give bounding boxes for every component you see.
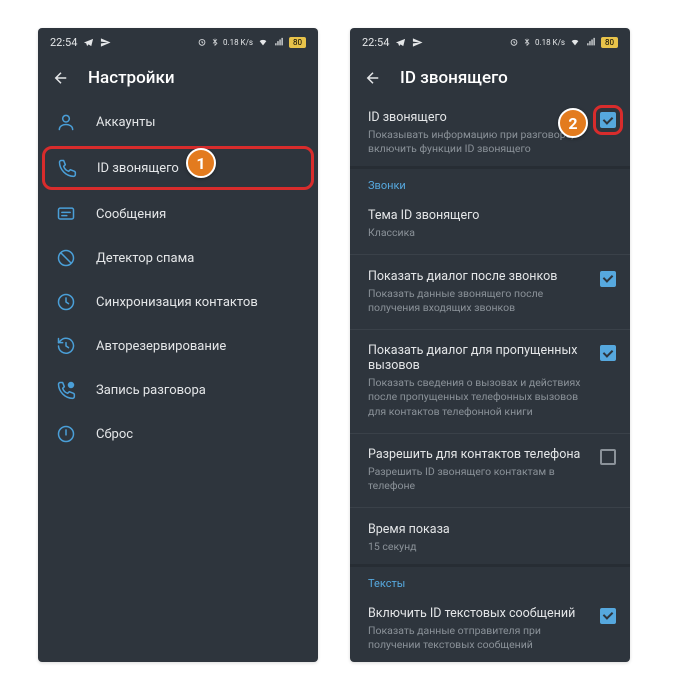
setting-row[interactable]: Разрешить для контактов телефона Разреши…: [350, 437, 630, 503]
status-bar: 22:54 0.18 K/s 80: [38, 28, 318, 56]
setting-subtitle: Классика: [368, 226, 616, 240]
page-title: ID звонящего: [400, 68, 508, 88]
settings-item-label: Синхронизация контактов: [96, 295, 304, 310]
signal-icon: [585, 37, 597, 47]
app-bar: ID звонящего: [350, 56, 630, 100]
net-speed: 0.18 K/s: [535, 38, 565, 47]
setting-row[interactable]: Включить ID текстовых сообщений Показать…: [350, 596, 630, 662]
setting-row[interactable]: Время показа 15 секунд: [350, 512, 630, 564]
setting-subtitle: Разрешить ID звонящего контактам в телеф…: [368, 465, 590, 493]
settings-item-reset[interactable]: Сброс: [38, 412, 318, 456]
signal-icon: [273, 37, 285, 47]
settings-list: Аккаунты ID звонящего Сообщения Детектор сп…: [38, 100, 318, 662]
status-bar: 22:54 0.18 K/s 80: [350, 28, 630, 56]
paper-plane-icon: [100, 37, 111, 48]
status-time: 22:54: [50, 36, 77, 49]
telegram-icon: [83, 37, 94, 48]
settings-item-label: Сообщения: [96, 207, 304, 222]
status-time: 22:54: [362, 36, 389, 49]
settings-item-label: Авторезервирование: [96, 339, 304, 354]
caller-id-settings-list: ID звонящего Показывать информацию при р…: [350, 100, 630, 662]
back-icon[interactable]: [52, 69, 70, 87]
battery-indicator: 80: [601, 37, 618, 48]
setting-title: Показать диалог после звонков: [368, 269, 590, 284]
back-icon[interactable]: [364, 69, 382, 87]
setting-row[interactable]: Показать диалог для пропущенных вызовов …: [350, 333, 630, 429]
user-icon: [56, 112, 76, 132]
setting-subtitle: 15 секунд: [368, 540, 616, 554]
setting-row[interactable]: ID звонящего Показывать информацию при р…: [350, 100, 630, 166]
setting-row[interactable]: Показать диалог после звонков Показать д…: [350, 259, 630, 325]
net-speed: 0.18 K/s: [223, 38, 253, 47]
battery-indicator: 80: [289, 37, 306, 48]
setting-title: Разрешить для контактов телефона: [368, 447, 590, 462]
message-icon: [56, 204, 76, 224]
setting-title: Показать диалог для пропущенных вызовов: [368, 343, 590, 373]
phone-screen-settings: 22:54 0.18 K/s 80 Настройки Аккаунты ID з…: [38, 28, 318, 662]
setting-title: ID звонящего: [368, 110, 590, 125]
bluetooth-icon: [523, 37, 531, 47]
alarm-icon: [509, 37, 519, 47]
settings-item-label: Запись разговора: [96, 383, 304, 398]
wifi-icon: [257, 37, 269, 47]
power-icon: [56, 424, 76, 444]
app-bar: Настройки: [38, 56, 318, 100]
setting-title: Включить ID текстовых сообщений: [368, 606, 590, 621]
settings-item-record[interactable]: Запись разговора: [38, 368, 318, 412]
setting-title: Тема ID звонящего: [368, 208, 616, 223]
settings-item-messages[interactable]: Сообщения: [38, 192, 318, 236]
annotation-badge-2: 2: [558, 108, 588, 138]
settings-item-spam[interactable]: Детектор спама: [38, 236, 318, 280]
paper-plane-icon: [412, 37, 423, 48]
settings-item-label: Сброс: [96, 427, 304, 442]
setting-subtitle: Показать данные звонящего после получени…: [368, 287, 590, 315]
checkbox[interactable]: [600, 449, 616, 465]
settings-item-label: Детектор спама: [96, 251, 304, 266]
setting-title: Время показа: [368, 522, 616, 537]
phone-screen-caller-id: 22:54 0.18 K/s 80 ID звонящего ID звонящ…: [350, 28, 630, 662]
setting-subtitle: Показать данные отправителя при получени…: [368, 624, 590, 652]
history-icon: [56, 336, 76, 356]
checkbox[interactable]: [600, 345, 616, 361]
settings-item-caller-id[interactable]: ID звонящего: [42, 146, 314, 190]
phone-icon: [57, 158, 77, 178]
section-header: Тексты: [350, 567, 630, 596]
sync-icon: [56, 292, 76, 312]
settings-item-sync[interactable]: Синхронизация контактов: [38, 280, 318, 324]
section-header: Звонки: [350, 169, 630, 198]
settings-item-label: Аккаунты: [96, 115, 304, 130]
checkbox[interactable]: [600, 112, 616, 128]
settings-item-accounts[interactable]: Аккаунты: [38, 100, 318, 144]
call-record-icon: [56, 380, 76, 400]
block-icon: [56, 248, 76, 268]
settings-item-backup[interactable]: Авторезервирование: [38, 324, 318, 368]
checkbox[interactable]: [600, 608, 616, 624]
annotation-badge-1: 1: [186, 148, 216, 178]
setting-subtitle: Показывать информацию при разговоре, вкл…: [368, 128, 590, 156]
setting-row[interactable]: Тема ID звонящего Классика: [350, 198, 630, 250]
wifi-icon: [569, 37, 581, 47]
page-title: Настройки: [88, 68, 175, 88]
telegram-icon: [395, 37, 406, 48]
bluetooth-icon: [211, 37, 219, 47]
alarm-icon: [197, 37, 207, 47]
setting-subtitle: Показать сведения о вызовах и действиях …: [368, 376, 590, 419]
checkbox[interactable]: [600, 271, 616, 287]
